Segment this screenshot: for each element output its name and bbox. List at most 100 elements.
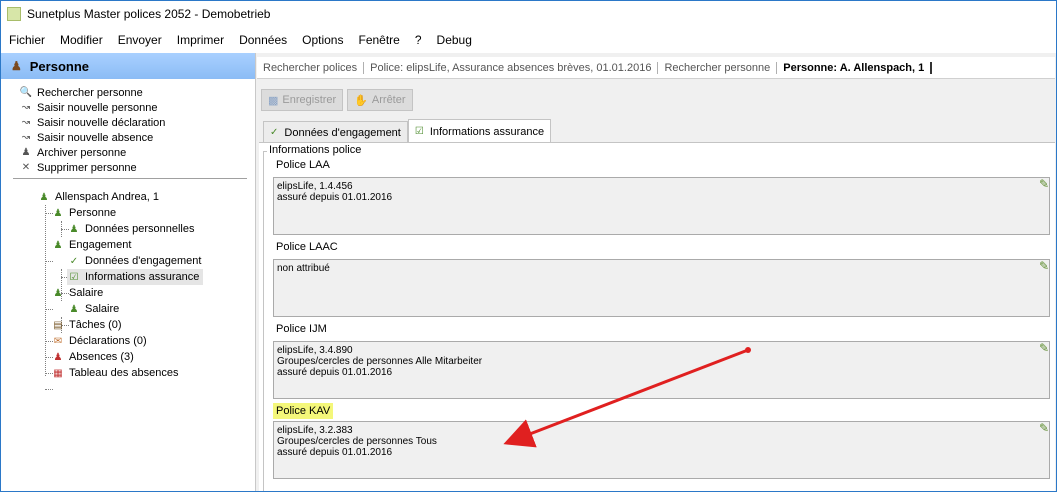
policy-line: Groupes/cercles de personnes Alle Mitarb…: [277, 356, 483, 367]
app-window: Sunetplus Master polices 2052 - Demobetr…: [0, 0, 1057, 492]
tree-node-label: Personne: [69, 207, 117, 219]
tree-node-label: Données d'engagement: [85, 255, 202, 267]
tree-node-label: Allenspach Andrea, 1: [55, 191, 159, 203]
action-label: Saisir nouvelle personne: [37, 101, 158, 114]
menu-debug[interactable]: Debug: [437, 33, 472, 47]
menu-modifier[interactable]: Modifier: [60, 33, 103, 47]
person-icon: ♟: [21, 147, 31, 158]
menu-imprimer[interactable]: Imprimer: [177, 33, 224, 47]
tree-line: [45, 389, 53, 390]
app-icon: [7, 7, 21, 21]
tab-label: Informations assurance: [429, 125, 545, 138]
action-archiver-personne[interactable]: ♟ Archiver personne: [19, 145, 255, 160]
group-border: [263, 151, 264, 491]
policy-line: elipsLife, 3.2.383: [277, 425, 353, 436]
action-rechercher-personne[interactable]: 🔍 Rechercher personne: [19, 85, 255, 100]
tree-node-personne[interactable]: ♟ Personne: [51, 205, 117, 221]
edit-check-icon: ✓: [270, 127, 279, 138]
action-label: Saisir nouvelle absence: [37, 131, 154, 144]
menu-options[interactable]: Options: [302, 33, 343, 47]
policy-line: non attribué: [277, 263, 330, 274]
tree-line: [45, 261, 53, 262]
tree-node-label: Salaire: [85, 303, 120, 315]
policy-line: assuré depuis 01.01.2016: [277, 192, 393, 203]
insurance-icon: ☑: [69, 271, 79, 283]
tree-node-label: Absences (3): [69, 351, 134, 363]
person-group-icon: ♟: [53, 287, 63, 299]
tree-node-tableau[interactable]: ▦ Tableau des absences: [51, 365, 178, 381]
tree-node-label: Informations assurance: [85, 271, 200, 283]
tree-node-root[interactable]: ♟ Allenspach Andrea, 1: [37, 189, 159, 205]
wand-icon: ↝: [21, 117, 31, 128]
wand-icon: ↝: [21, 132, 31, 143]
policy-line: assuré depuis 01.01.2016: [277, 367, 393, 378]
menu-fichier[interactable]: Fichier: [9, 33, 45, 47]
tree-node-informations-assurance[interactable]: ☑ Informations assurance: [67, 269, 204, 285]
action-label: Saisir nouvelle déclaration: [37, 116, 166, 129]
wand-icon: ↝: [21, 102, 31, 113]
search-icon: 🔍: [19, 87, 33, 98]
tab-label: Données d'engagement: [284, 126, 401, 139]
tree-line: [45, 205, 46, 376]
title-bar: Sunetplus Master polices 2052 - Demobetr…: [1, 1, 1056, 27]
action-saisir-nouvelle-declaration[interactable]: ↝ Saisir nouvelle déclaration: [19, 115, 255, 130]
toolbar: ▩ Enregistrer ✋ Arrêter: [261, 89, 417, 111]
tab-informations-assurance[interactable]: ☑ Informations assurance: [407, 119, 552, 143]
breadcrumb-item[interactable]: Rechercher personne: [658, 61, 778, 74]
tree-node-salaire[interactable]: ♟ Salaire: [51, 285, 104, 301]
person-icon: ♟: [11, 59, 22, 73]
tree-node-engagement[interactable]: ♟ Engagement: [51, 237, 132, 253]
menu-help[interactable]: ?: [415, 33, 422, 47]
tree-node-declarations[interactable]: ✉ Déclarations (0): [51, 333, 147, 349]
envelope-icon: ✉: [53, 335, 63, 347]
policy-label-laac: Police LAAC: [276, 241, 338, 253]
group-title: Informations police: [267, 144, 364, 156]
menu-envoyer[interactable]: Envoyer: [118, 33, 162, 47]
left-panel: ♟ Personne 🔍 Rechercher personne ↝ Saisi…: [1, 53, 256, 491]
floppy-icon: ▩: [268, 94, 279, 107]
breadcrumb-item[interactable]: Rechercher polices: [257, 61, 365, 74]
person-group-icon: ♟: [69, 223, 79, 235]
action-saisir-nouvelle-personne[interactable]: ↝ Saisir nouvelle personne: [19, 100, 255, 115]
tree-node-salaire-child[interactable]: ♟ Salaire: [67, 301, 120, 317]
tree-node-label: Engagement: [69, 239, 132, 251]
policy-label-ijm: Police IJM: [276, 323, 327, 335]
action-supprimer-personne[interactable]: ✕ Supprimer personne: [19, 160, 255, 175]
action-saisir-nouvelle-absence[interactable]: ↝ Saisir nouvelle absence: [19, 130, 255, 145]
tree-node-donnees-engagement[interactable]: ✓ Données d'engagement: [67, 253, 202, 269]
window-title: Sunetplus Master polices 2052 - Demobetr…: [27, 7, 271, 21]
person-group-icon: ♟: [69, 303, 79, 315]
stop-icon: ✋: [354, 94, 368, 107]
policy-box-laa: elipsLife, 1.4.456 assuré depuis 01.01.2…: [273, 177, 1050, 235]
insurance-icon: ☑: [414, 126, 424, 137]
stop-button[interactable]: ✋ Arrêter: [347, 89, 413, 111]
policy-label-laa: Police LAA: [276, 159, 330, 171]
left-header: ♟ Personne: [1, 53, 255, 79]
breadcrumb: Rechercher polices Police: elipsLife, As…: [257, 57, 1055, 79]
menu-bar: Fichier Modifier Envoyer Imprimer Donnée…: [1, 27, 1056, 53]
tree-node-taches[interactable]: ▤ Tâches (0): [51, 317, 121, 333]
breadcrumb-item[interactable]: Police: elipsLife, Assurance absences br…: [364, 61, 659, 74]
tree-node-label: Déclarations (0): [69, 335, 147, 347]
tab-donnees-engagement[interactable]: ✓ Données d'engagement: [263, 121, 408, 143]
tree-node-absences[interactable]: ♟ Absences (3): [51, 349, 134, 365]
policy-line: elipsLife, 1.4.456: [277, 181, 353, 192]
policy-label-kav: Police KAV: [273, 403, 334, 419]
menu-donnees[interactable]: Données: [239, 33, 287, 47]
person-tree: ♟ Allenspach Andrea, 1 ♟ Personne ♟ Donn…: [1, 179, 255, 390]
policy-line: elipsLife, 3.4.890: [277, 345, 353, 356]
edit-icon[interactable]: ✎: [1039, 177, 1051, 191]
action-label: Supprimer personne: [37, 161, 137, 174]
delete-icon: ✕: [21, 162, 31, 173]
action-list: 🔍 Rechercher personne ↝ Saisir nouvelle …: [1, 79, 255, 175]
save-button[interactable]: ▩ Enregistrer: [261, 89, 344, 111]
task-icon: ▤: [53, 319, 63, 331]
edit-icon[interactable]: ✎: [1039, 341, 1051, 355]
breadcrumb-item-active[interactable]: Personne: A. Allenspach, 1: [777, 61, 933, 74]
tree-node-donnees-personnelles[interactable]: ♟ Données personnelles: [67, 221, 195, 237]
tab-bar: ✓ Données d'engagement ☑ Informations as…: [263, 119, 552, 143]
edit-icon[interactable]: ✎: [1039, 421, 1051, 435]
edit-icon[interactable]: ✎: [1039, 259, 1051, 273]
menu-fenetre[interactable]: Fenêtre: [358, 33, 399, 47]
left-header-title: Personne: [29, 58, 90, 74]
